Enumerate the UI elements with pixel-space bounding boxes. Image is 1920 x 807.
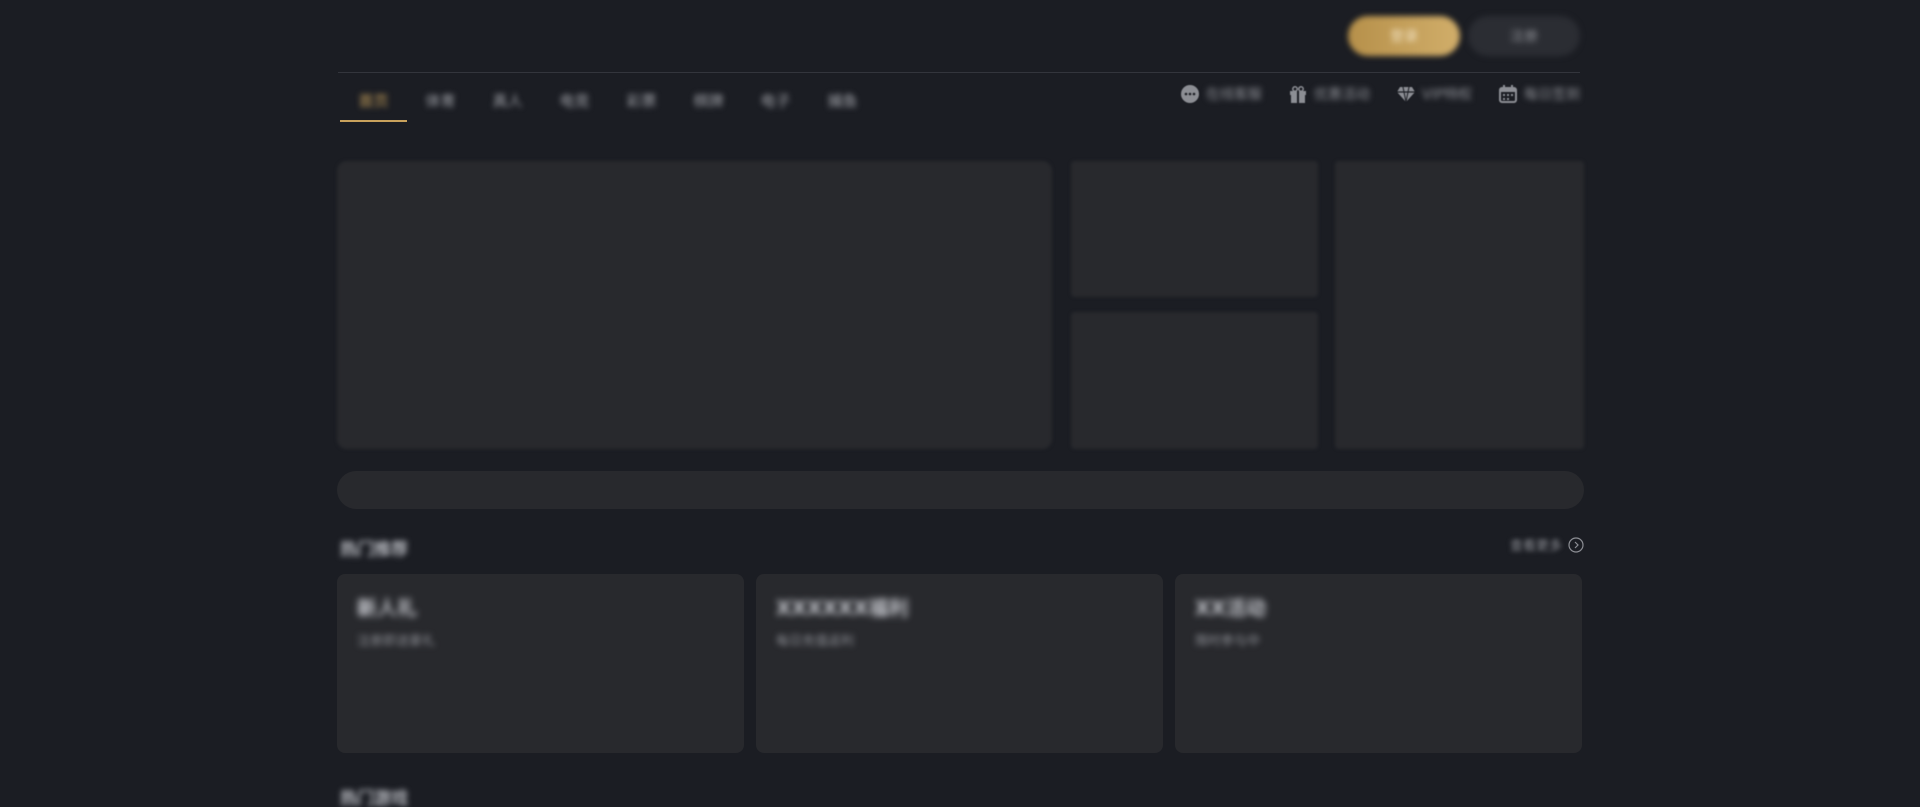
tab-lottery[interactable]: 彩票 bbox=[608, 80, 675, 120]
promo-card[interactable]: XXXXXX福利 每日充值返利 bbox=[756, 574, 1163, 753]
promo-card[interactable]: 新人礼 注册即送豪礼 bbox=[337, 574, 744, 753]
chevron-right-circle-icon bbox=[1568, 536, 1584, 553]
tab-slots[interactable]: 电子 bbox=[742, 80, 809, 120]
tab-label: 电子 bbox=[760, 91, 791, 110]
tab-label: 彩票 bbox=[626, 91, 657, 110]
side-banner-bottom[interactable] bbox=[1071, 312, 1318, 449]
tab-home[interactable]: 首页 bbox=[340, 80, 407, 122]
tab-label: 真人 bbox=[492, 91, 523, 110]
main-nav-tabs: 首页 体育 真人 电竞 彩票 棋牌 电子 捕鱼 bbox=[340, 80, 876, 122]
tab-label: 电竞 bbox=[559, 91, 590, 110]
quick-links: 在线客服 优惠活动 VIP特权 每日签到 bbox=[1180, 84, 1580, 104]
promo-card[interactable]: XX活动 限时参与中 bbox=[1175, 574, 1582, 753]
card-subtitle: 注册即送豪礼 bbox=[357, 634, 436, 649]
quick-link-checkin[interactable]: 每日签到 bbox=[1498, 84, 1580, 104]
quick-link-label: 优惠活动 bbox=[1313, 87, 1370, 103]
section-title: 热门推荐 bbox=[340, 540, 408, 560]
card-subtitle: 限时参与中 bbox=[1195, 634, 1261, 649]
section-title-second: 热门游戏 bbox=[340, 789, 408, 807]
header-divider bbox=[338, 72, 1580, 73]
card-title: 新人礼 bbox=[357, 596, 417, 620]
tab-sports[interactable]: 体育 bbox=[407, 80, 474, 120]
quick-link-promotions[interactable]: 优惠活动 bbox=[1288, 84, 1370, 104]
view-more-label: 查看更多 bbox=[1509, 539, 1562, 554]
tab-label: 棋牌 bbox=[693, 91, 724, 110]
view-more-link[interactable]: 查看更多 bbox=[1510, 535, 1584, 554]
chat-icon bbox=[1180, 85, 1199, 103]
card-subtitle: 每日充值返利 bbox=[776, 634, 855, 649]
promo-cards: 新人礼 注册即送豪礼 XXXXXX福利 每日充值返利 XX活动 限时参与中 bbox=[337, 574, 1582, 753]
tab-label: 体育 bbox=[425, 91, 456, 110]
quick-link-support[interactable]: 在线客服 bbox=[1180, 84, 1262, 104]
calendar-icon bbox=[1499, 85, 1517, 103]
register-button[interactable]: 注册 bbox=[1468, 16, 1580, 56]
diamond-icon bbox=[1396, 86, 1415, 103]
card-title: XX活动 bbox=[1195, 596, 1266, 620]
tab-fishing[interactable]: 捕鱼 bbox=[809, 80, 876, 120]
main-banner[interactable] bbox=[337, 161, 1052, 449]
quick-link-label: 每日签到 bbox=[1524, 87, 1580, 103]
tab-label: 捕鱼 bbox=[827, 91, 858, 110]
side-banner-top[interactable] bbox=[1071, 161, 1318, 297]
page-root: 登录 注册 首页 体育 真人 电竞 彩票 棋牌 电子 捕鱼 在线客服 优惠活动 … bbox=[0, 0, 1920, 807]
search-bar[interactable] bbox=[337, 471, 1584, 509]
quick-link-vip[interactable]: VIP特权 bbox=[1396, 84, 1472, 104]
quick-link-label: 在线客服 bbox=[1205, 87, 1262, 103]
tab-esports[interactable]: 电竞 bbox=[541, 80, 608, 120]
card-title: XXXXXX福利 bbox=[776, 596, 909, 620]
gift-icon bbox=[1289, 86, 1306, 103]
login-button[interactable]: 登录 bbox=[1348, 16, 1460, 56]
side-banner-tall[interactable] bbox=[1335, 161, 1584, 449]
tab-label: 首页 bbox=[358, 91, 389, 110]
quick-link-label: VIP特权 bbox=[1421, 87, 1472, 103]
tab-live[interactable]: 真人 bbox=[474, 80, 541, 120]
tab-cards[interactable]: 棋牌 bbox=[675, 80, 742, 120]
